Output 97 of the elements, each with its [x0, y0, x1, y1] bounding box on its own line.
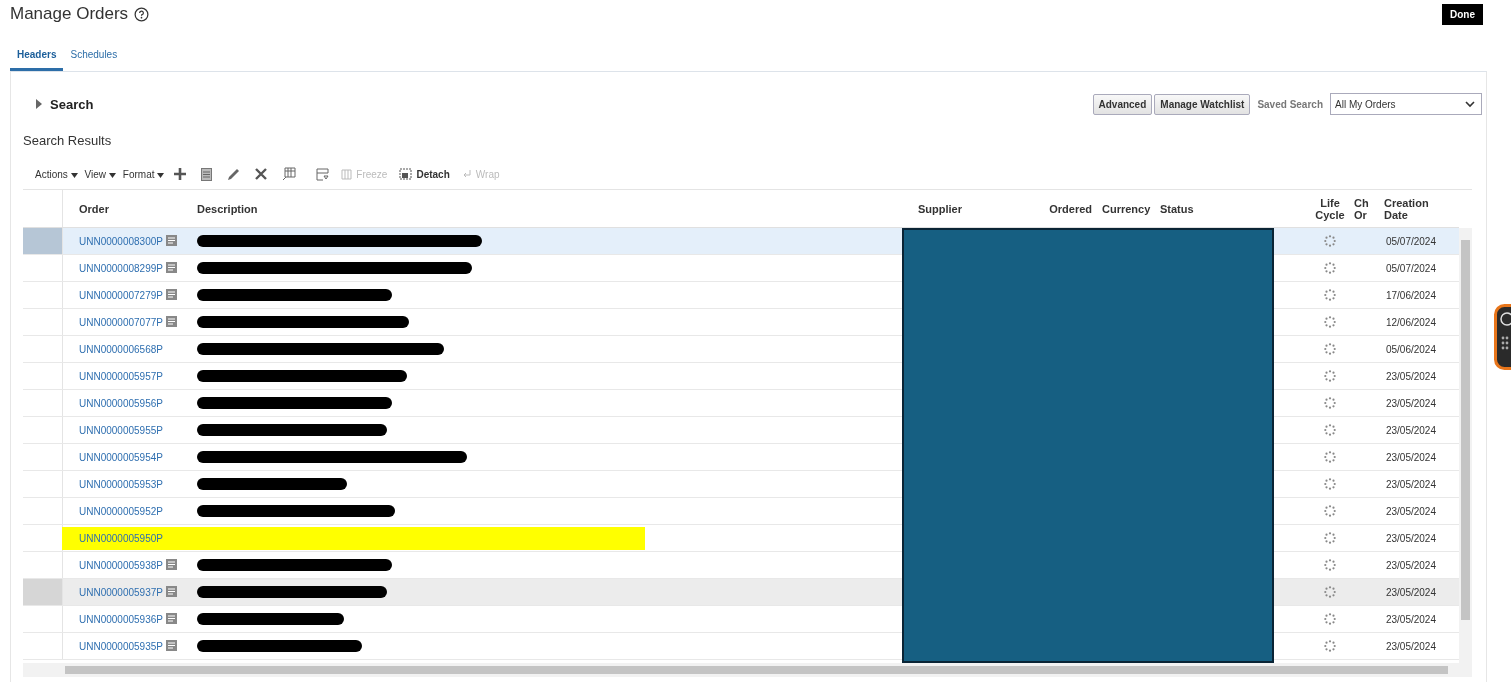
- lifecycle-icon[interactable]: [1324, 397, 1336, 409]
- wrap-icon: [461, 169, 472, 179]
- table-cell: 05/06/2024: [1385, 343, 1436, 355]
- lifecycle-icon[interactable]: [1324, 640, 1336, 652]
- table-cell: 23/05/2024: [1385, 451, 1436, 463]
- column-header[interactable]: Status: [1160, 202, 1194, 215]
- table-cell: 23/05/2024: [1385, 370, 1436, 382]
- note-icon[interactable]: [165, 262, 178, 274]
- order-link[interactable]: UNN0000005954P: [79, 451, 163, 463]
- order-link[interactable]: UNN0000005953P: [79, 478, 163, 490]
- column-header[interactable]: Ordered: [1049, 202, 1092, 215]
- note-icon[interactable]: [165, 640, 178, 652]
- table-cell: 17/06/2024: [1385, 289, 1436, 301]
- table-cell: 23/05/2024: [1385, 505, 1436, 517]
- lifecycle-icon[interactable]: [1324, 478, 1336, 490]
- horizontal-scrollbar[interactable]: [23, 663, 1472, 677]
- saved-search-dropdown[interactable]: All My Orders: [1330, 93, 1482, 115]
- column-header[interactable]: Creation Date: [1384, 196, 1436, 221]
- column-header[interactable]: Ch Or: [1354, 196, 1370, 221]
- table-cell: 23/05/2024: [1385, 586, 1436, 598]
- table-cell: 23/05/2024: [1385, 613, 1436, 625]
- note-icon[interactable]: [165, 316, 178, 328]
- lifecycle-icon[interactable]: [1324, 505, 1336, 517]
- order-link[interactable]: UNN0000008299P: [79, 262, 163, 274]
- table-cell: 23/05/2024: [1385, 478, 1436, 490]
- caret-icon: [157, 172, 165, 178]
- lifecycle-icon[interactable]: [1324, 613, 1336, 625]
- search-heading[interactable]: Search: [50, 96, 94, 112]
- order-link[interactable]: UNN0000007279P: [79, 289, 163, 301]
- order-link[interactable]: UNN0000005952P: [79, 505, 163, 517]
- column-header[interactable]: Order: [79, 202, 109, 215]
- done-button[interactable]: Done: [1442, 3, 1483, 25]
- freeze-columns-icon: [341, 168, 353, 180]
- add-icon[interactable]: [174, 168, 187, 180]
- floating-widget-icon[interactable]: [1494, 304, 1511, 370]
- order-link[interactable]: UNN0000005950P: [79, 532, 163, 544]
- document-icon[interactable]: [201, 167, 213, 181]
- tab[interactable]: Headers: [10, 46, 64, 71]
- manage-watchlist-button[interactable]: Manage Watchlist: [1154, 93, 1251, 115]
- table-cell: 23/05/2024: [1385, 397, 1436, 409]
- search-results-heading: Search Results: [23, 133, 113, 148]
- advanced-button[interactable]: Advanced: [1092, 93, 1153, 115]
- lifecycle-icon[interactable]: [1324, 235, 1336, 247]
- tab[interactable]: Schedules: [63, 46, 125, 71]
- disclosure-triangle-icon[interactable]: [35, 99, 43, 109]
- lifecycle-icon[interactable]: [1324, 262, 1336, 274]
- delete-icon[interactable]: [255, 168, 268, 180]
- table-cell: 23/05/2024: [1385, 640, 1436, 652]
- lifecycle-icon[interactable]: [1324, 532, 1336, 544]
- lifecycle-icon[interactable]: [1324, 343, 1336, 355]
- lifecycle-icon[interactable]: [1324, 559, 1336, 571]
- page-title: Manage Orders: [10, 4, 129, 24]
- caret-icon: [108, 172, 116, 178]
- pencil-icon[interactable]: [227, 167, 241, 181]
- order-link[interactable]: UNN0000005938P: [79, 559, 163, 571]
- lifecycle-icon[interactable]: [1324, 370, 1336, 382]
- filter-icon[interactable]: [316, 167, 330, 181]
- menu-button[interactable]: Actions: [35, 168, 78, 180]
- detach-icon: [399, 168, 413, 180]
- column-header[interactable]: Currency: [1102, 202, 1151, 215]
- order-link[interactable]: UNN0000005935P: [79, 640, 163, 652]
- note-icon[interactable]: [165, 559, 178, 571]
- menu-button[interactable]: Format: [122, 168, 165, 180]
- lifecycle-icon[interactable]: [1324, 289, 1336, 301]
- order-link[interactable]: UNN0000006568P: [79, 343, 163, 355]
- note-icon[interactable]: [165, 613, 178, 625]
- column-header[interactable]: Life Cycle: [1310, 196, 1350, 221]
- chevron-down-icon: [1465, 100, 1475, 108]
- table-cell: 05/07/2024: [1385, 235, 1436, 247]
- column-header[interactable]: Description: [197, 202, 258, 215]
- toolbar-button[interactable]: Detach: [399, 168, 450, 180]
- order-link[interactable]: UNN0000005956P: [79, 397, 163, 409]
- note-icon[interactable]: [165, 289, 178, 301]
- caret-icon: [70, 172, 78, 178]
- order-link[interactable]: UNN0000007077P: [79, 316, 163, 328]
- note-icon[interactable]: [165, 235, 178, 247]
- order-link[interactable]: UNN0000005936P: [79, 613, 163, 625]
- table-cell: 23/05/2024: [1385, 559, 1436, 571]
- lifecycle-icon[interactable]: [1324, 586, 1336, 598]
- saved-search-label: Saved Search: [1257, 98, 1323, 110]
- table-cell: 05/07/2024: [1385, 262, 1436, 274]
- help-icon[interactable]: [134, 6, 150, 22]
- note-icon[interactable]: [165, 586, 178, 598]
- table-columns-icon[interactable]: [282, 167, 297, 181]
- column-header[interactable]: Supplier: [918, 202, 962, 215]
- order-link[interactable]: UNN0000005957P: [79, 370, 163, 382]
- order-link[interactable]: UNN0000005937P: [79, 586, 163, 598]
- table-cell: 23/05/2024: [1385, 424, 1436, 436]
- lifecycle-icon[interactable]: [1324, 424, 1336, 436]
- order-link[interactable]: UNN0000005955P: [79, 424, 163, 436]
- lifecycle-icon[interactable]: [1324, 316, 1336, 328]
- vertical-scrollbar[interactable]: [1459, 228, 1472, 663]
- table-cell: 23/05/2024: [1385, 532, 1436, 544]
- order-link[interactable]: UNN0000008300P: [79, 235, 163, 247]
- menu-button[interactable]: View: [84, 168, 116, 180]
- table-cell: 12/06/2024: [1385, 316, 1436, 328]
- lifecycle-icon[interactable]: [1324, 451, 1336, 463]
